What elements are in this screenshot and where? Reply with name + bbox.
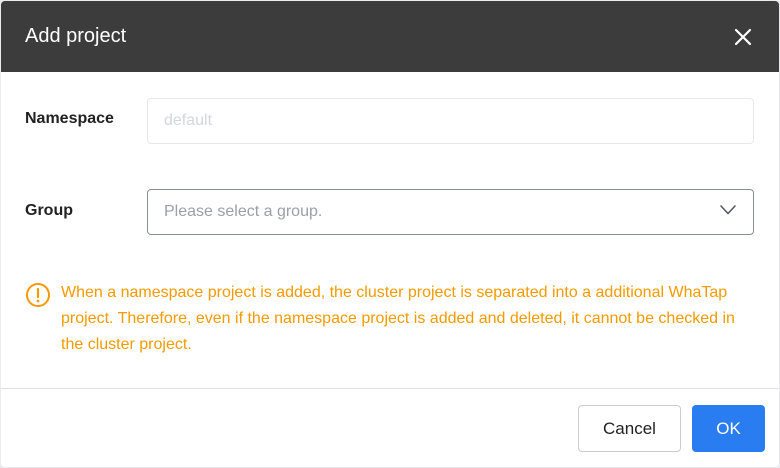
namespace-placeholder: default: [164, 112, 213, 129]
close-icon[interactable]: [731, 25, 755, 49]
group-placeholder: Please select a group.: [164, 203, 323, 220]
group-select[interactable]: Please select a group.: [147, 189, 754, 235]
add-project-dialog: Add project Namespace default Group Plea…: [1, 1, 779, 467]
ok-button[interactable]: OK: [692, 405, 765, 452]
chevron-down-icon: [719, 203, 737, 221]
warning-circle-icon: [25, 282, 51, 308]
dialog-header: Add project: [1, 1, 779, 72]
notice: When a namespace project is added, the c…: [25, 280, 745, 358]
group-label: Group: [25, 202, 73, 219]
namespace-input[interactable]: default: [147, 98, 754, 144]
dialog-footer: Cancel OK: [1, 389, 779, 467]
dialog-body: Namespace default Group Please select a …: [1, 72, 779, 388]
cancel-button[interactable]: Cancel: [578, 405, 681, 452]
notice-text: When a namespace project is added, the c…: [61, 284, 735, 353]
namespace-label: Namespace: [25, 110, 114, 127]
dialog-title: Add project: [25, 25, 127, 47]
